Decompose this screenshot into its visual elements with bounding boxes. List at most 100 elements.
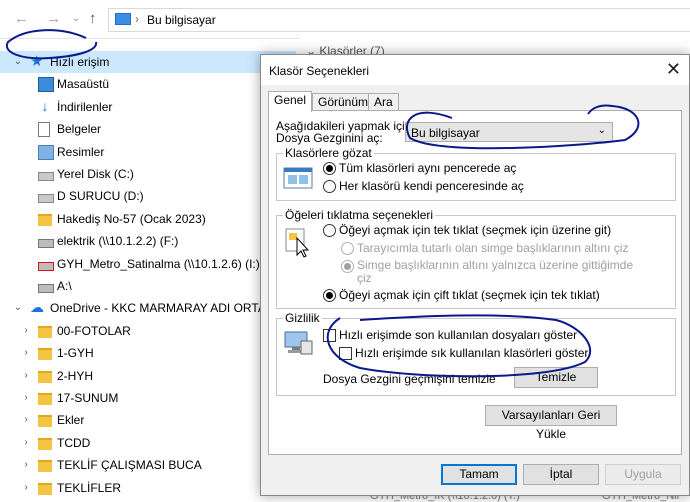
own-window-label[interactable]: Her klasörü kendi penceresinde aç [339,179,524,193]
chevron-right-icon[interactable]: › [20,365,32,387]
chevron-down-icon: ⌄ [597,125,606,136]
dialog-title: Klasör Seçenekleri [269,64,370,78]
up-arrow-icon[interactable]: ↑ [89,10,97,27]
chevron-right-icon[interactable]: › [20,320,32,342]
folder-options-dialog: Klasör Seçenekleri ✕ Genel Görünüm Ara A… [260,54,690,496]
folder-icon [38,482,52,495]
underline-point-label-line2: çiz [357,271,372,285]
network-drive-icon [38,284,54,293]
history-dropdown-icon[interactable]: ⌄ [72,13,80,24]
folder-icon [38,348,52,361]
radio-same-window[interactable] [323,162,336,175]
tree-item-label: A:\ [57,279,72,293]
tree-item-label: Masaüstü [57,77,110,92]
folder-icon [38,213,52,226]
tree-item[interactable]: Hakediş No-57 (Ocak 2023) [0,208,296,230]
double-click-label[interactable]: Öğeyi açmak için çift tıklat (seçmek içi… [339,288,600,302]
download-icon: ↓ [41,97,49,114]
frequent-folders-label[interactable]: Hızlı erişimde sık kullanılan klasörleri… [355,346,588,360]
tree-item-label: Hakediş No-57 (Ocak 2023) [57,211,206,226]
tree-item[interactable]: › 1-GYH [0,342,296,364]
chevron-down-icon[interactable]: ⌄ [12,51,24,73]
tree-item[interactable]: › 17-SUNUM [0,387,296,409]
chevron-right-icon[interactable]: › [20,477,32,499]
tree-item[interactable]: › TEKLİF ÇALIŞMASI BUCA [0,454,296,476]
tree-item[interactable]: › Ekler [0,409,296,431]
tree-item[interactable]: Yerel Disk (C:) [0,163,296,185]
tree-item[interactable]: ↓ İndirilenler [0,96,296,118]
browse-folders-group: Klasörlere gözat Tüm klasörleri aynı pen… [276,146,676,201]
cancel-button[interactable]: İptal [523,464,599,485]
chevron-right-icon[interactable]: › [20,387,32,409]
folder-window-icon [283,167,313,189]
radio-double-click[interactable] [323,289,336,302]
folder-icon [38,370,52,383]
pictures-icon [38,144,54,160]
tree-item[interactable]: D SURUCU (D:) [0,185,296,207]
privacy-group: Gizlilik Hızlı erişimde son kullanılan d… [276,311,676,396]
tree-item[interactable]: › 2-HYH [0,365,296,387]
tab-view[interactable]: Görünüm [312,93,375,111]
star-icon: ★ [30,53,44,70]
cursor-click-icon [285,228,310,258]
tree-item-label: Ekler [57,413,85,428]
chevron-right-icon[interactable]: › [20,454,32,476]
chevron-down-icon[interactable]: ⌄ [12,297,24,319]
chevron-right-icon[interactable]: › [20,409,32,431]
dropdown-value: Bu bilgisayar [411,126,480,140]
tree-item-label: 1-GYH [57,346,94,361]
tab-general[interactable]: Genel [268,91,313,112]
same-window-label[interactable]: Tüm klasörleri aynı pencerede aç [339,161,516,175]
recent-files-label[interactable]: Hızlı erişimde son kullanılan dosyaları … [339,328,577,342]
underline-point-label[interactable]: Simge başlıklarının altını yalnızca üzer… [357,258,633,272]
navigation-tree: ⌄ ★ Hızlı erişim Masaüstü ↓ İndirilenler Belge… [0,48,296,500]
forward-arrow-icon[interactable]: → [46,10,61,27]
underline-browser-label[interactable]: Tarayıcımla tutarlı olan simge başlıklar… [357,241,628,255]
radio-own-window[interactable] [323,180,336,193]
click-items-group: Öğeleri tıklatma seçenekleri Öğeyi açmak… [276,208,676,309]
tree-item[interactable]: › 00-FOTOLAR [0,320,296,342]
back-arrow-icon[interactable]: ← [14,10,29,27]
tree-item[interactable]: Belgeler [0,118,296,140]
tree-item[interactable]: Resimler [0,141,296,163]
ok-button[interactable]: Tamam [441,464,517,485]
clear-history-button[interactable]: Temizle [514,367,598,388]
single-click-label[interactable]: Öğeyi açmak için tek tıklat (seçmek için… [339,223,611,237]
restore-defaults-button[interactable]: Varsayılanları Geri Yükle [485,405,617,441]
radio-underline-browser[interactable] [341,242,354,255]
dialog-titlebar: Klasör Seçenekleri ✕ [261,55,689,85]
tree-item-label: Yerel Disk (C:) [57,167,134,181]
radio-underline-point[interactable] [341,260,354,273]
tree-item-label: TCDD [57,435,91,450]
chevron-right-icon[interactable]: › [20,342,32,364]
tree-item[interactable]: elektrik (\\10.1.2.2) (F:) [0,230,296,252]
close-icon[interactable]: ✕ [666,59,681,80]
tab-search[interactable]: Ara [368,93,399,111]
apply-button[interactable]: Uygula [605,464,681,485]
tree-item[interactable]: A:\ [0,275,296,297]
chevron-right-icon[interactable]: › [20,432,32,454]
radio-single-click[interactable] [323,224,336,237]
tree-item-label: Resimler [57,144,105,159]
tree-item[interactable]: › TEKLİFLER [0,477,296,499]
tree-item-label: 00-FOTOLAR [57,323,131,338]
tree-item[interactable]: › TCDD [0,432,296,454]
tree-item-label: Hızlı erişim [50,55,110,69]
tree-item[interactable]: ⌄ ★ Hızlı erişim [0,51,296,73]
drive-icon [38,172,54,181]
folder-icon [38,460,52,473]
open-explorer-dropdown[interactable]: Bu bilgisayar ⌄ [405,122,613,142]
tree-item-label: 2-HYH [57,368,94,383]
tree-item-label: 17-SUNUM [57,391,119,405]
tree-item[interactable]: Masaüstü [0,73,296,95]
folder-icon [38,415,52,428]
address-bar[interactable]: › Bu bilgisayar [108,8,690,32]
tree-item[interactable]: ⌄ ☁ OneDrive - KKC MARMARAY ADI ORTAKLIĞI [0,297,296,319]
tree-item-label: TEKLİF ÇALIŞMASI BUCA [57,458,202,473]
checkbox-recent-files[interactable] [323,329,336,342]
open-explorer-label-line2: Dosya Gezginini aç: [276,131,383,145]
address-path: Bu bilgisayar [147,13,216,27]
checkbox-frequent-folders[interactable] [339,347,352,360]
tree-item-label: Belgeler [57,122,102,137]
tree-item[interactable]: GYH_Metro_Satinalma (\\10.1.2.6) (I:) [0,253,296,275]
